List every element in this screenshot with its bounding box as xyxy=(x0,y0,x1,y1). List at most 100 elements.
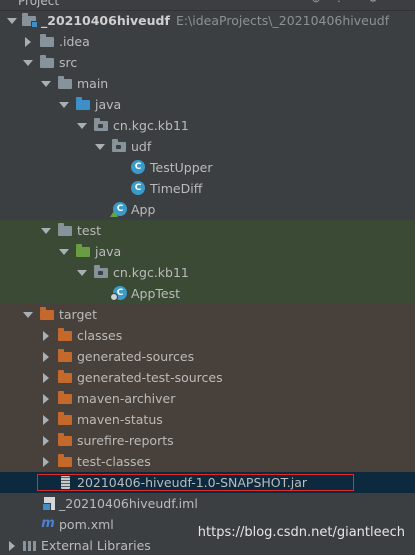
tree-node-classes-label: classes xyxy=(77,328,123,343)
collapsed-arrow-icon[interactable] xyxy=(40,451,52,472)
runnable-class-icon: C xyxy=(110,202,127,217)
expand-arrow-icon[interactable] xyxy=(58,94,70,115)
collapsed-arrow-icon[interactable] xyxy=(40,430,52,451)
excluded-folder-icon xyxy=(58,328,72,341)
tree-node-classes[interactable]: classes xyxy=(0,325,415,346)
collapsed-arrow-icon[interactable] xyxy=(40,367,52,388)
tree-node-testupper-label: TestUpper xyxy=(150,160,213,175)
tree-node-timediff-label: TimeDiff xyxy=(150,181,203,196)
locate-icon[interactable]: ⊕ xyxy=(310,0,322,5)
tree-node-iml-label: _20210406hiveudf.iml xyxy=(59,496,198,511)
tree-node-generated-sources[interactable]: generated-sources xyxy=(0,346,415,367)
jar-file-icon xyxy=(61,476,70,489)
excluded-folder-icon xyxy=(58,349,72,362)
class-icon: C xyxy=(131,181,145,195)
tree-node-app-label: App xyxy=(131,202,156,217)
tree-node-main-package[interactable]: cn.kgc.kb11 xyxy=(0,115,415,136)
tree-node-test-java[interactable]: java xyxy=(0,241,415,262)
tree-node-jar[interactable]: 20210406-hiveudf-1.0-SNAPSHOT.jar xyxy=(0,472,415,493)
excluded-folder-icon xyxy=(58,433,72,446)
collapsed-arrow-icon[interactable] xyxy=(22,31,34,52)
tree-node-src[interactable]: src xyxy=(0,52,415,73)
test-root-folder-icon xyxy=(76,244,90,257)
libraries-icon xyxy=(23,541,36,551)
excluded-folder-icon xyxy=(58,370,72,383)
excluded-folder-icon xyxy=(58,391,72,404)
collapsed-arrow-icon[interactable] xyxy=(6,535,18,555)
package-icon xyxy=(94,265,108,278)
tree-node-maven-status-label: maven-status xyxy=(77,412,163,427)
folder-icon xyxy=(58,76,72,89)
folder-icon xyxy=(40,34,54,47)
expand-arrow-icon[interactable] xyxy=(22,52,34,73)
tree-node-idea[interactable]: .idea xyxy=(0,31,415,52)
expand-arrow-icon[interactable] xyxy=(40,220,52,241)
package-icon xyxy=(94,118,108,131)
class-icon: C xyxy=(131,160,145,174)
tree-node-generated-sources-label: generated-sources xyxy=(77,349,195,364)
expand-arrow-icon[interactable] xyxy=(94,136,106,157)
watermark: https://blog.csdn.net/giantleech xyxy=(197,525,405,540)
maven-icon: m xyxy=(41,516,55,531)
tree-node-jar-label: 20210406-hiveudf-1.0-SNAPSHOT.jar xyxy=(77,475,308,490)
collapsed-arrow-icon[interactable] xyxy=(40,409,52,430)
tree-node-surefire-reports-label: surefire-reports xyxy=(77,433,174,448)
tree-node-main[interactable]: main xyxy=(0,73,415,94)
collapse-all-icon[interactable]: ≑ xyxy=(333,0,345,5)
package-icon xyxy=(112,139,126,152)
module-file-icon xyxy=(42,497,55,511)
tree-node-maven-archiver-label: maven-archiver xyxy=(77,391,176,406)
tree-node-idea-label: idea xyxy=(62,34,90,49)
tree-node-test-package[interactable]: cn.kgc.kb11 xyxy=(0,262,415,283)
tree-node-apptest[interactable]: C AppTest xyxy=(0,283,415,304)
expand-arrow-icon[interactable] xyxy=(22,304,34,325)
tree-node-apptest-label: AppTest xyxy=(131,286,181,301)
project-path: E:\ideaProjects\_20210406hiveudf xyxy=(175,13,390,28)
tree-node-test[interactable]: test xyxy=(0,220,415,241)
folder-icon xyxy=(58,223,72,236)
tree-node-target[interactable]: target xyxy=(0,304,415,325)
tree-node-src-label: src xyxy=(59,55,78,70)
tree-node-maven-archiver[interactable]: maven-archiver xyxy=(0,388,415,409)
collapsed-arrow-icon[interactable] xyxy=(40,325,52,346)
project-tree: _20210406hiveudf E:\ideaProjects\_2021040… xyxy=(0,10,415,555)
tree-node-timediff[interactable]: C TimeDiff xyxy=(0,178,415,199)
excluded-folder-icon xyxy=(58,454,72,467)
tree-node-main-java-label: java xyxy=(95,97,122,112)
tree-node-udf-label: udf xyxy=(131,139,152,154)
hide-icon[interactable]: – xyxy=(392,0,404,5)
tree-node-main-package-label: cn.kgc.kb11 xyxy=(113,118,189,133)
tree-node-generated-test-sources[interactable]: generated-test-sources xyxy=(0,367,415,388)
expand-arrow-icon[interactable] xyxy=(40,73,52,94)
tree-node-testupper[interactable]: C TestUpper xyxy=(0,157,415,178)
tree-node-surefire-reports[interactable]: surefire-reports xyxy=(0,430,415,451)
tree-node-external-libraries-label: External Libraries xyxy=(41,538,151,553)
source-root-folder-icon xyxy=(76,97,90,110)
folder-icon xyxy=(40,55,54,68)
gear-icon[interactable]: ⚙ xyxy=(367,0,379,5)
tree-node-test-label: test xyxy=(77,223,102,238)
tree-node-project[interactable]: _20210406hiveudf E:\ideaProjects\_2021040… xyxy=(0,10,415,31)
project-name: _20210406hiveudf xyxy=(41,13,170,28)
tree-node-generated-test-sources-label: generated-test-sources xyxy=(77,370,223,385)
expand-arrow-icon[interactable] xyxy=(76,262,88,283)
tree-node-test-classes[interactable]: test-classes xyxy=(0,451,415,472)
expand-arrow-icon[interactable] xyxy=(76,115,88,136)
tree-node-test-classes-label: test-classes xyxy=(77,454,151,469)
tree-node-maven-status[interactable]: maven-status xyxy=(0,409,415,430)
test-class-icon: C xyxy=(110,286,127,301)
tree-node-main-java[interactable]: java xyxy=(0,94,415,115)
collapsed-arrow-icon[interactable] xyxy=(40,346,52,367)
expand-arrow-icon[interactable] xyxy=(58,241,70,262)
excluded-folder-icon xyxy=(40,307,54,320)
collapsed-arrow-icon[interactable] xyxy=(40,388,52,409)
expand-arrow-icon[interactable] xyxy=(6,10,18,31)
project-view-title[interactable]: Project xyxy=(18,0,59,8)
tree-node-target-label: target xyxy=(59,307,98,322)
tree-node-app[interactable]: C App xyxy=(0,199,415,220)
tree-node-iml[interactable]: _20210406hiveudf.iml xyxy=(0,493,415,514)
tree-node-pom-label: pom.xml xyxy=(59,517,114,532)
excluded-folder-icon xyxy=(58,412,72,425)
tree-node-test-package-label: cn.kgc.kb11 xyxy=(113,265,189,280)
tree-node-udf[interactable]: udf xyxy=(0,136,415,157)
